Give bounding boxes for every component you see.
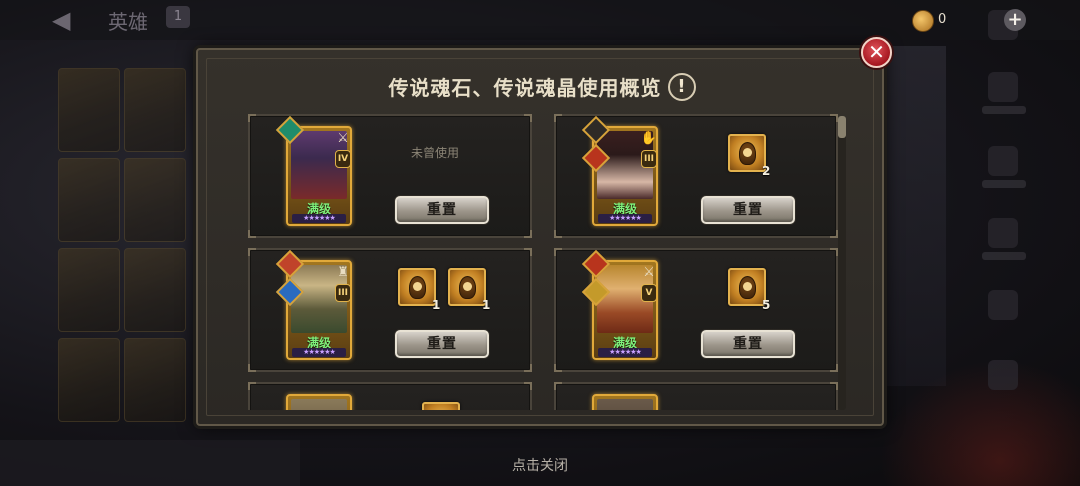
stone-count: 2 [762,164,771,178]
sidebar-icon[interactable] [988,218,1018,248]
tier-badge: III [335,284,350,302]
hero-card[interactable]: 满级 ★★★★★★ ⚔ V [592,260,658,360]
hero-usage-list[interactable]: 满级 ★★★★★★ ⚔ IV 未曾使用 重置 满级 ★★★★★★ ✋ III 2… [248,114,840,410]
currency-value: 0 [938,12,947,27]
legendary-soulstone-icon[interactable] [398,268,436,306]
currency-icon [912,10,934,32]
hero-grid-card[interactable] [124,248,186,332]
hero-grid-card[interactable] [58,248,120,332]
reset-button[interactable]: 重置 [701,196,795,224]
legendary-soulstone-icon[interactable] [728,134,766,172]
back-arrow-icon[interactable]: ◀ [52,6,86,34]
page-title: 英雄 [108,10,148,34]
hero-preview [884,46,946,386]
dialog-title: 传说魂石、传说魂晶使用概览 [388,76,662,100]
hero-usage-panel: 满级 ★★★★★★ ⚔ IV 未曾使用 重置 [248,114,532,238]
stone-count: 1 [432,298,441,312]
class-icon: ⚔ [337,131,349,146]
add-currency-button[interactable]: + [1004,9,1026,31]
hero-grid-card[interactable] [58,68,120,152]
close-button[interactable]: ✕ [861,37,892,68]
tap-to-close-hint[interactable]: 点击关闭 [0,455,1080,475]
title-count-badge: 1 [166,6,190,28]
hero-portrait [597,399,653,410]
stone-count: 5 [762,298,771,312]
tier-badge: III [641,150,656,168]
stone-count: 1 [482,298,491,312]
star-rating-icon: ★★★★★★ [598,348,652,357]
tier-badge: V [641,284,656,302]
sidebar-icon[interactable] [988,360,1018,390]
legendary-soulstone-icon[interactable] [728,268,766,306]
sidebar-label [982,106,1026,114]
star-rating-icon: ★★★★★★ [292,348,346,357]
hero-usage-panel: 满级 ★★★★★★ ♜ III 1 1 重置 [248,248,532,372]
hero-card[interactable] [286,394,352,410]
right-sidebar [978,0,1028,486]
sidebar-icon[interactable] [988,72,1018,102]
hero-usage-panel [248,382,532,410]
sidebar-label [982,252,1026,260]
reset-button[interactable]: 重置 [395,196,489,224]
hero-usage-panel: 满级 ★★★★★★ ✋ III 2 重置 [554,114,838,238]
star-rating-icon: ★★★★★★ [598,214,652,223]
hero-usage-panel [554,382,838,410]
sidebar-icon[interactable] [988,290,1018,320]
hero-card[interactable]: 满级 ★★★★★★ ✋ III [592,126,658,226]
hero-card[interactable] [592,394,658,410]
status-text: 未曾使用 [410,146,459,160]
class-icon: ✋ [640,131,658,146]
class-icon: ♜ [337,265,349,280]
hero-grid-card[interactable] [58,158,120,242]
hero-usage-panel: 满级 ★★★★★★ ⚔ V 5 重置 [554,248,838,372]
hero-card[interactable]: 满级 ★★★★★★ ⚔ IV [286,126,352,226]
info-icon[interactable]: ! [667,72,696,101]
legendary-soulcrystal-icon[interactable] [448,268,486,306]
sidebar-label [982,180,1026,188]
legendary-soulstone-icon[interactable] [422,402,460,410]
reset-button[interactable]: 重置 [395,330,489,358]
dialog-header: 传说魂石、传说魂晶使用概览! [198,72,886,106]
hero-grid-card[interactable] [58,338,120,422]
class-icon: ⚔ [643,265,655,280]
hero-grid-card[interactable] [124,68,186,152]
tier-badge: IV [335,150,350,168]
hero-grid-card[interactable] [124,338,186,422]
hero-grid-card[interactable] [124,158,186,242]
reset-button[interactable]: 重置 [701,330,795,358]
star-rating-icon: ★★★★★★ [292,214,346,223]
hero-card[interactable]: 满级 ★★★★★★ ♜ III [286,260,352,360]
sidebar-icon[interactable] [988,146,1018,176]
hero-portrait [291,399,347,410]
